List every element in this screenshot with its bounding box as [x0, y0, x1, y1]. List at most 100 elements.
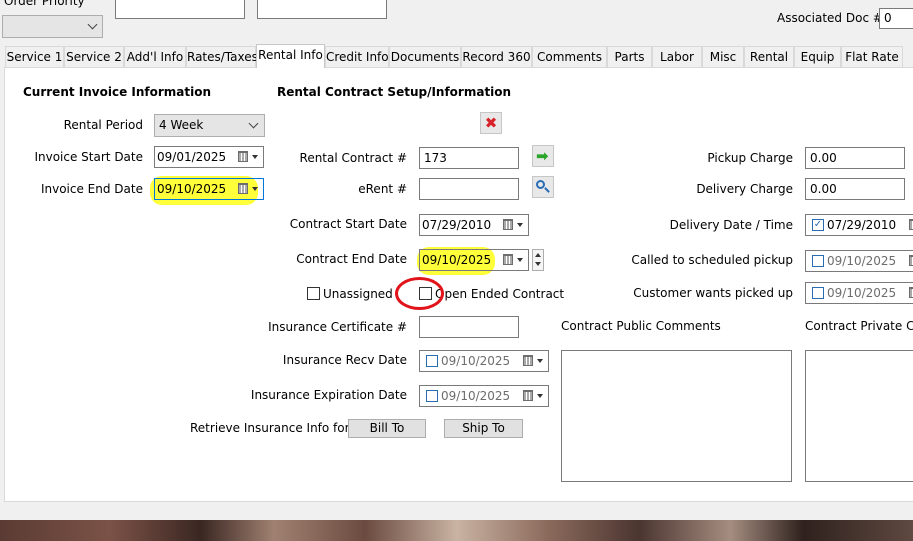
calendar-icon — [503, 254, 513, 265]
calendar-icon — [909, 219, 913, 230]
invoice-start-value: 09/01/2025 — [157, 150, 227, 164]
bill-to-button[interactable]: Bill To — [348, 419, 426, 438]
rental-period-select[interactable]: 4 Week — [154, 114, 265, 137]
delivery-date-checkbox[interactable]: ✓ — [812, 219, 824, 231]
dropdown-arrow-icon — [517, 258, 523, 262]
delete-x-icon: ✖ — [484, 114, 498, 132]
tab-service-2[interactable]: Service 2 — [64, 46, 124, 67]
tab-parts[interactable]: Parts — [607, 46, 652, 67]
calendar-icon — [909, 255, 913, 266]
unassigned-checkbox[interactable] — [307, 287, 320, 300]
called-scheduled-date-picker[interactable]: 09/10/2025 — [805, 250, 913, 272]
desktop-background — [0, 520, 913, 541]
insurance-recv-date-picker[interactable]: 09/10/2025 — [419, 350, 549, 372]
invoice-end-value: 09/10/2025 — [157, 182, 227, 196]
top-field-2[interactable] — [257, 0, 387, 19]
retrieve-insurance-label: Retrieve Insurance Info for: — [190, 421, 354, 435]
spin-down-icon — [535, 262, 541, 266]
insurance-exp-checkbox[interactable] — [426, 390, 438, 402]
chevron-down-icon — [248, 118, 259, 129]
tab-flat-rate[interactable]: Flat Rate — [841, 46, 903, 67]
annotation-circle — [395, 277, 444, 310]
dropdown-arrow-icon — [537, 359, 543, 363]
delivery-charge-label: Delivery Charge — [696, 182, 793, 196]
search-erent-button[interactable] — [532, 176, 554, 198]
pickup-charge-label: Pickup Charge — [707, 151, 793, 165]
tab-labor[interactable]: Labor — [652, 46, 702, 67]
erent-field[interactable] — [419, 178, 519, 200]
public-comments-textarea[interactable] — [561, 350, 792, 482]
chevron-down-icon — [87, 19, 98, 30]
tab-documents[interactable]: Documents — [389, 46, 461, 67]
called-scheduled-label: Called to scheduled pickup — [631, 253, 793, 267]
delivery-date-picker[interactable]: ✓ 07/29/2010 — [805, 214, 913, 236]
dropdown-arrow-icon — [517, 223, 523, 227]
tab-misc[interactable]: Misc — [702, 46, 744, 67]
insurance-recv-label: Insurance Recv Date — [282, 353, 407, 367]
called-scheduled-value: 09/10/2025 — [827, 254, 897, 268]
rental-contract-field[interactable]: 173 — [419, 147, 519, 169]
private-comments-textarea[interactable] — [805, 350, 913, 482]
customer-wants-date-picker[interactable]: 09/10/2025 — [805, 282, 913, 304]
contract-end-date-picker[interactable]: 09/10/2025 — [419, 249, 529, 271]
tab-rates-taxes[interactable]: Rates/Taxes — [186, 46, 258, 67]
unassigned-label: Unassigned — [323, 287, 393, 301]
insurance-exp-label: Insurance Expiration Date — [250, 388, 407, 402]
private-comments-label: Contract Private Comments — [805, 319, 913, 333]
contract-start-value: 07/29/2010 — [422, 218, 492, 232]
associated-doc-label: Associated Doc # — [777, 11, 883, 25]
contract-end-spinner[interactable] — [532, 249, 544, 271]
calendar-icon — [238, 151, 248, 162]
dropdown-arrow-icon — [252, 155, 258, 159]
tab-rental-info[interactable]: Rental Info — [256, 44, 325, 68]
invoice-end-date-picker[interactable]: 09/10/2025 — [154, 178, 264, 200]
calendar-icon — [503, 219, 513, 230]
delete-contract-button[interactable]: ✖ — [480, 112, 502, 134]
ship-to-button[interactable]: Ship To — [444, 419, 523, 438]
order-priority-label: Order Priority — [4, 0, 85, 8]
calendar-icon — [523, 390, 533, 401]
tab-comments[interactable]: Comments — [532, 46, 607, 67]
invoice-end-label: Invoice End Date — [40, 182, 143, 196]
calendar-icon — [523, 355, 533, 366]
spin-up-icon — [535, 253, 541, 257]
insurance-recv-value: 09/10/2025 — [441, 354, 511, 368]
open-ended-label: Open Ended Contract — [435, 287, 565, 301]
delivery-charge-field[interactable]: 0.00 — [805, 178, 905, 200]
top-field-1[interactable] — [115, 0, 245, 19]
contract-end-value: 09/10/2025 — [422, 253, 492, 267]
delivery-date-value: 07/29/2010 — [827, 218, 897, 232]
tab-record-360[interactable]: Record 360 — [461, 46, 532, 67]
go-contract-button[interactable]: ➡ — [532, 145, 554, 167]
rental-period-value: 4 Week — [159, 118, 204, 132]
tab-credit-info[interactable]: Credit Info — [325, 46, 389, 67]
calendar-icon — [238, 183, 248, 194]
public-comments-label: Contract Public Comments — [561, 319, 721, 333]
customer-wants-value: 09/10/2025 — [827, 286, 897, 300]
customer-wants-checkbox[interactable] — [812, 287, 824, 299]
insurance-recv-checkbox[interactable] — [426, 355, 438, 367]
erent-label: eRent # — [358, 182, 407, 196]
tab-equip[interactable]: Equip — [794, 46, 841, 67]
invoice-section-title: Current Invoice Information — [23, 85, 212, 99]
calendar-icon — [909, 287, 913, 298]
rental-contract-label: Rental Contract # — [299, 151, 407, 165]
contract-start-date-picker[interactable]: 07/29/2010 — [419, 214, 529, 236]
invoice-start-date-picker[interactable]: 09/01/2025 — [154, 146, 264, 168]
rental-period-label: Rental Period — [63, 118, 143, 132]
pickup-charge-field[interactable]: 0.00 — [805, 147, 905, 169]
contract-section-title: Rental Contract Setup/Information — [277, 85, 512, 99]
insurance-cert-field[interactable] — [419, 316, 519, 338]
dropdown-arrow-icon — [252, 187, 258, 191]
tab-service-1[interactable]: Service 1 — [5, 46, 64, 67]
tab-rental[interactable]: Rental — [744, 46, 794, 67]
insurance-exp-date-picker[interactable]: 09/10/2025 — [419, 385, 549, 407]
contract-end-label: Contract End Date — [296, 252, 407, 266]
associated-doc-field[interactable]: 0 — [879, 8, 913, 29]
contract-start-label: Contract Start Date — [289, 217, 407, 231]
customer-wants-label: Customer wants picked up — [633, 286, 793, 300]
called-scheduled-checkbox[interactable] — [812, 255, 824, 267]
search-icon-handle — [544, 187, 550, 193]
tab-add-l-info[interactable]: Add'l Info — [124, 46, 186, 67]
order-priority-select[interactable] — [2, 15, 103, 38]
